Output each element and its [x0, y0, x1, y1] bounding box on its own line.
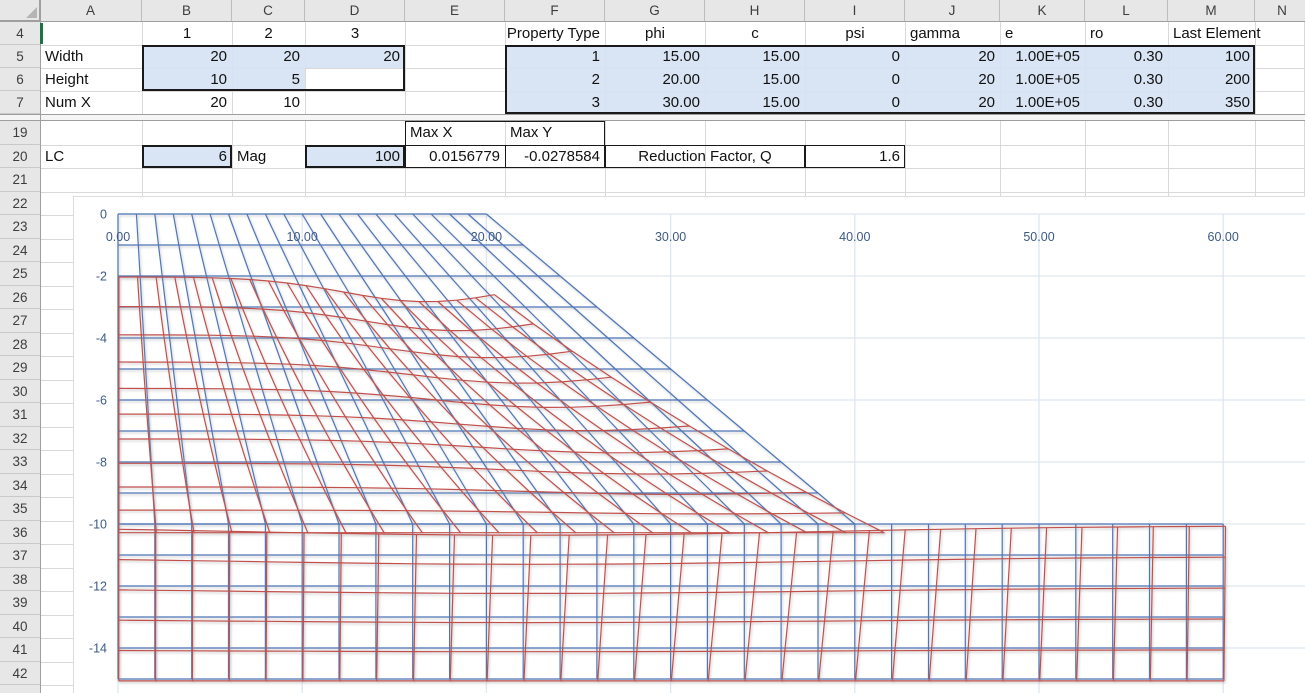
mesh-chart-object[interactable]: 0.00 10.00 20.00 30.00 40.00 50.00 60.00 0 -2 -4 -… — [73, 196, 1305, 693]
cell-L4[interactable]: ro — [1090, 22, 1163, 45]
cell-F4[interactable]: Property Type — [475, 22, 600, 45]
y-tick-label: -4 — [96, 332, 107, 346]
row-header-19[interactable]: 19 — [0, 121, 40, 145]
x-tick-label: 10.00 — [287, 230, 318, 244]
cell-M4[interactable]: Last Element — [1173, 22, 1250, 45]
cell-F20[interactable]: -0.0278584 — [475, 145, 600, 169]
x-tick-label: 20.00 — [471, 230, 502, 244]
row-header-22[interactable]: 22 — [0, 192, 40, 216]
col-header-C[interactable]: C — [232, 0, 305, 21]
col-header-A[interactable]: A — [40, 0, 142, 21]
select-all-corner[interactable] — [0, 0, 40, 21]
cell-C7[interactable]: 10 — [202, 91, 300, 114]
y-tick-label: 0 — [100, 208, 107, 222]
mesh-plot: 0.00 10.00 20.00 30.00 40.00 50.00 60.00 0 -2 -4 -… — [74, 197, 1305, 693]
cell-F19[interactable]: Max Y — [510, 121, 600, 145]
excel-worksheet: ABCDEFGHIJKLMN45671920212223242526272829… — [0, 0, 1305, 693]
row-header-36[interactable]: 36 — [0, 521, 40, 545]
x-tick-label: 40.00 — [839, 230, 870, 244]
row-header-42[interactable]: 42 — [0, 662, 40, 686]
y-axis-tick-labels: 0 -2 -4 -6 -8 -10 -12 -14 — [89, 208, 107, 656]
col-header-M[interactable]: M — [1168, 0, 1255, 21]
col-header-F[interactable]: F — [505, 0, 605, 21]
row-header-37[interactable]: 37 — [0, 544, 40, 568]
y-tick-label: -14 — [89, 642, 107, 656]
row-header-34[interactable]: 34 — [0, 474, 40, 498]
row-header-25[interactable]: 25 — [0, 262, 40, 286]
col-header-N[interactable]: N — [1255, 0, 1305, 21]
row-header-4[interactable]: 4 — [0, 22, 40, 45]
row-header-35[interactable]: 35 — [0, 497, 40, 521]
x-tick-label: 50.00 — [1023, 230, 1054, 244]
col-header-I[interactable]: I — [805, 0, 905, 21]
col-header-K[interactable]: K — [1000, 0, 1085, 21]
row-header-7[interactable]: 7 — [0, 91, 40, 114]
cell-D5[interactable]: 20 — [275, 45, 400, 68]
col-header-E[interactable]: E — [405, 0, 505, 21]
col-header-H[interactable]: H — [705, 0, 805, 21]
row-header-28[interactable]: 28 — [0, 333, 40, 357]
y-tick-label: -2 — [96, 270, 107, 284]
row-header-32[interactable]: 32 — [0, 427, 40, 451]
row-header-6[interactable]: 6 — [0, 68, 40, 91]
active-cell-marker — [40, 23, 43, 44]
row-header-23[interactable]: 23 — [0, 215, 40, 239]
col-header-J[interactable]: J — [905, 0, 1000, 21]
hidden-rows-divider-line — [0, 114, 1305, 115]
gridline — [40, 192, 1305, 193]
gridline — [40, 168, 1305, 169]
row-header-31[interactable]: 31 — [0, 403, 40, 427]
row-header-border — [40, 0, 41, 693]
row-header-24[interactable]: 24 — [0, 239, 40, 263]
row-header-30[interactable]: 30 — [0, 380, 40, 404]
row-header-39[interactable]: 39 — [0, 591, 40, 615]
row-header-29[interactable]: 29 — [0, 356, 40, 380]
row-header-33[interactable]: 33 — [0, 450, 40, 474]
cell-I4[interactable]: psi — [810, 22, 900, 45]
cell-J4[interactable]: gamma — [910, 22, 995, 45]
cell-I20[interactable]: 1.6 — [775, 145, 900, 169]
y-tick-label: -8 — [96, 456, 107, 470]
row-header-38[interactable]: 38 — [0, 568, 40, 592]
row-header-21[interactable]: 21 — [0, 168, 40, 192]
row-header-26[interactable]: 26 — [0, 286, 40, 310]
cell-C6[interactable]: 5 — [202, 68, 300, 91]
cell-M6[interactable]: 200 — [1138, 68, 1250, 91]
row-header-27[interactable]: 27 — [0, 309, 40, 333]
cell-M5[interactable]: 100 — [1138, 45, 1250, 68]
cell-M7[interactable]: 350 — [1138, 91, 1250, 114]
cell-K4[interactable]: e — [1005, 22, 1080, 45]
col-header-G[interactable]: G — [605, 0, 705, 21]
col-header-L[interactable]: L — [1085, 0, 1168, 21]
row-header-20[interactable]: 20 — [0, 145, 40, 169]
y-tick-label: -10 — [89, 518, 107, 532]
cell-B4[interactable]: 1 — [147, 22, 227, 45]
cell-B20[interactable]: 6 — [112, 145, 227, 169]
cell-E19[interactable]: Max X — [410, 121, 500, 145]
cell-G20[interactable]: Reduction Factor, Q — [610, 145, 800, 169]
col-header-D[interactable]: D — [305, 0, 405, 21]
col-header-B[interactable]: B — [142, 0, 232, 21]
y-tick-label: -6 — [96, 394, 107, 408]
cell-D4[interactable]: 3 — [310, 22, 400, 45]
row-header-41[interactable]: 41 — [0, 638, 40, 662]
hidden-rows-divider-line — [0, 120, 1305, 121]
row-header-40[interactable]: 40 — [0, 615, 40, 639]
row-header-43[interactable] — [0, 685, 40, 693]
row-header-5[interactable]: 5 — [0, 45, 40, 68]
x-tick-label: 30.00 — [655, 230, 686, 244]
cell-C4[interactable]: 2 — [237, 22, 300, 45]
cell-H4[interactable]: c — [710, 22, 800, 45]
cell-G4[interactable]: phi — [610, 22, 700, 45]
y-tick-label: -12 — [89, 580, 107, 594]
x-tick-label: 0.00 — [106, 230, 130, 244]
x-tick-label: 60.00 — [1208, 230, 1239, 244]
